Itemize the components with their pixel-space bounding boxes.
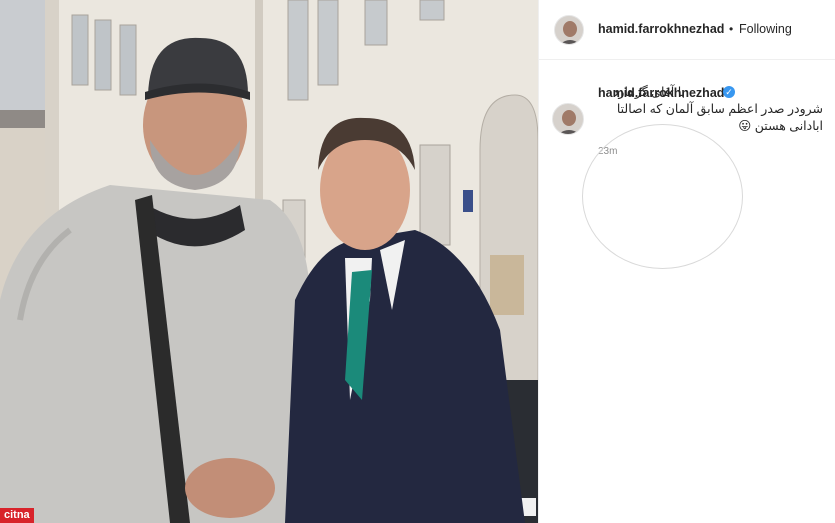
following-button[interactable]: Following: [739, 22, 792, 36]
avatar[interactable]: [554, 15, 584, 45]
header-username[interactable]: hamid.farrokhnezhad: [598, 22, 724, 36]
photo-illustration: B: [0, 0, 538, 523]
watermark-logo: citna: [0, 508, 34, 523]
tap-indicator-circle: [582, 124, 743, 269]
post-header: hamid.farrokhnezhad • Following: [539, 0, 835, 60]
comment-avatar-image: [553, 104, 583, 134]
header-separator: •: [729, 22, 734, 36]
avatar-image: [555, 16, 583, 44]
post-photo[interactable]: B citna: [0, 0, 538, 523]
comment-text: با آقای گرهارد شرودر صدر اعظم سابق آلمان…: [612, 85, 823, 133]
comment-avatar[interactable]: [552, 103, 584, 135]
